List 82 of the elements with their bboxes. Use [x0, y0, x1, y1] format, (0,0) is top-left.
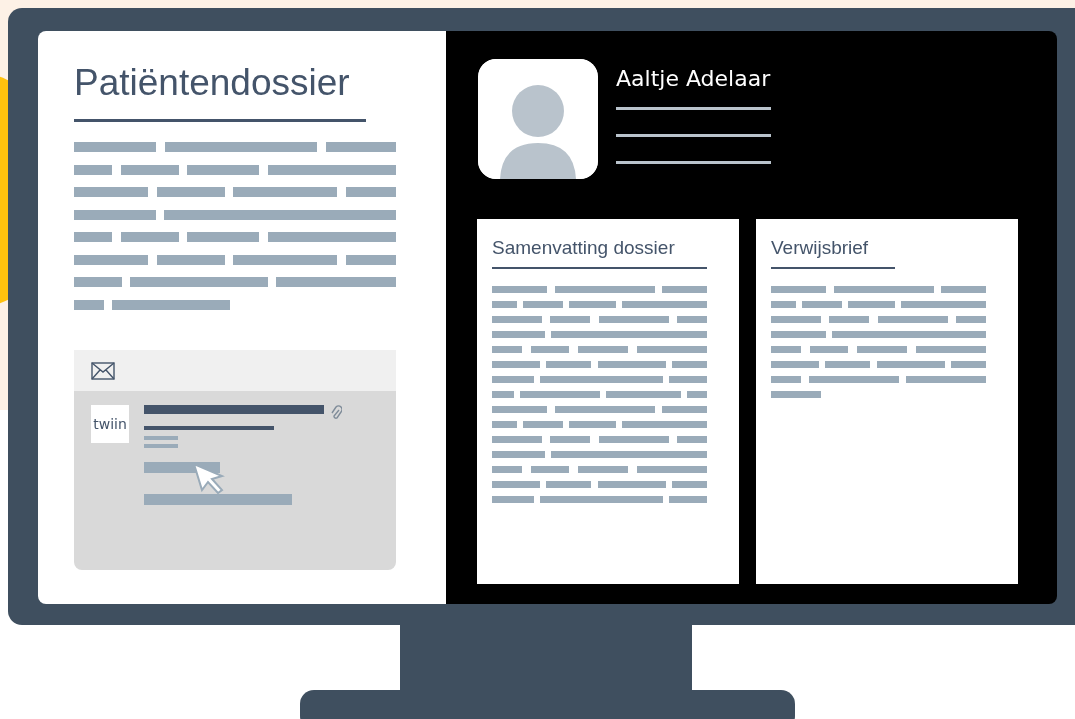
- text-line-placeholder: [771, 331, 826, 338]
- envelope-icon: [91, 361, 115, 380]
- text-line-placeholder: [877, 316, 948, 323]
- text-line-placeholder: [771, 391, 821, 398]
- text-line-placeholder: [637, 346, 707, 353]
- text-line-placeholder: [597, 361, 666, 368]
- text-line-placeholder: [829, 316, 870, 323]
- text-line-placeholder: [598, 436, 669, 443]
- text-line-placeholder: [492, 451, 546, 458]
- text-line-placeholder: [951, 361, 986, 368]
- document-title: Verwijsbrief: [771, 236, 869, 260]
- text-line-placeholder: [677, 436, 707, 443]
- text-line-placeholder: [941, 286, 986, 293]
- text-line-placeholder: [492, 466, 522, 473]
- text-line-placeholder: [771, 361, 819, 368]
- text-line-placeholder: [672, 361, 707, 368]
- text-line-placeholder: [771, 346, 801, 353]
- text-line-placeholder: [531, 466, 569, 473]
- text-line-placeholder: [522, 301, 563, 308]
- text-line-placeholder: [771, 301, 796, 308]
- sender-logo: twiin: [91, 405, 129, 443]
- text-line-placeholder: [876, 361, 945, 368]
- text-line-placeholder: [74, 299, 104, 310]
- text-line-placeholder: [578, 346, 628, 353]
- paperclip-icon: [330, 405, 342, 421]
- text-line-placeholder: [74, 164, 112, 175]
- text-line-placeholder: [568, 301, 617, 308]
- text-line-placeholder: [550, 316, 591, 323]
- text-line-placeholder: [672, 481, 707, 488]
- text-line-placeholder: [492, 316, 542, 323]
- text-line-placeholder: [578, 466, 628, 473]
- text-line-placeholder: [156, 187, 225, 197]
- patient-name: Aaltje Adelaar: [616, 65, 771, 93]
- text-line-placeholder: [492, 391, 514, 398]
- text-line-placeholder: [857, 346, 907, 353]
- text-line-placeholder: [810, 346, 848, 353]
- text-line-placeholder: [522, 421, 563, 428]
- text-line-placeholder: [326, 142, 396, 152]
- text-line-placeholder: [771, 316, 821, 323]
- text-line-placeholder: [771, 376, 801, 383]
- text-line-placeholder: [492, 421, 517, 428]
- text-line-placeholder: [74, 277, 122, 287]
- text-line-placeholder: [492, 346, 522, 353]
- text-line-placeholder: [492, 301, 517, 308]
- document-title: Samenvatting dossier: [492, 236, 675, 260]
- text-line-placeholder: [687, 391, 707, 398]
- text-line-placeholder: [345, 254, 396, 265]
- panel-title: Patiëntendossier: [74, 61, 350, 105]
- text-line-placeholder: [345, 187, 396, 197]
- text-line-placeholder: [531, 346, 569, 353]
- text-line-placeholder: [956, 316, 986, 323]
- text-line-placeholder: [492, 496, 535, 503]
- text-line-placeholder: [492, 406, 547, 413]
- text-line-placeholder: [677, 316, 707, 323]
- text-line-placeholder: [156, 254, 225, 265]
- text-line-placeholder: [144, 436, 178, 440]
- text-line-placeholder: [637, 466, 707, 473]
- text-line-placeholder: [546, 361, 592, 368]
- text-line-placeholder: [74, 232, 112, 242]
- text-line-placeholder: [492, 361, 540, 368]
- text-line-placeholder: [120, 232, 179, 242]
- text-line-placeholder: [825, 361, 871, 368]
- text-line-placeholder: [492, 436, 542, 443]
- text-line-placeholder: [546, 481, 592, 488]
- text-line-placeholder: [144, 444, 178, 448]
- text-line-placeholder: [492, 286, 547, 293]
- text-line-placeholder: [771, 286, 826, 293]
- text-line-placeholder: [669, 376, 707, 383]
- text-line-placeholder: [550, 436, 591, 443]
- text-line-placeholder: [669, 496, 707, 503]
- text-line-placeholder: [597, 481, 666, 488]
- text-line-placeholder: [662, 286, 707, 293]
- text-line-placeholder: [492, 331, 546, 338]
- text-line-placeholder: [662, 406, 707, 413]
- text-line-placeholder: [801, 301, 842, 308]
- text-line-placeholder: [598, 316, 669, 323]
- text-line-placeholder: [120, 164, 179, 175]
- text-line-placeholder: [847, 301, 896, 308]
- text-line-placeholder: [492, 481, 540, 488]
- text-line-placeholder: [916, 346, 986, 353]
- text-line-placeholder: [492, 376, 535, 383]
- text-line-placeholder: [568, 421, 617, 428]
